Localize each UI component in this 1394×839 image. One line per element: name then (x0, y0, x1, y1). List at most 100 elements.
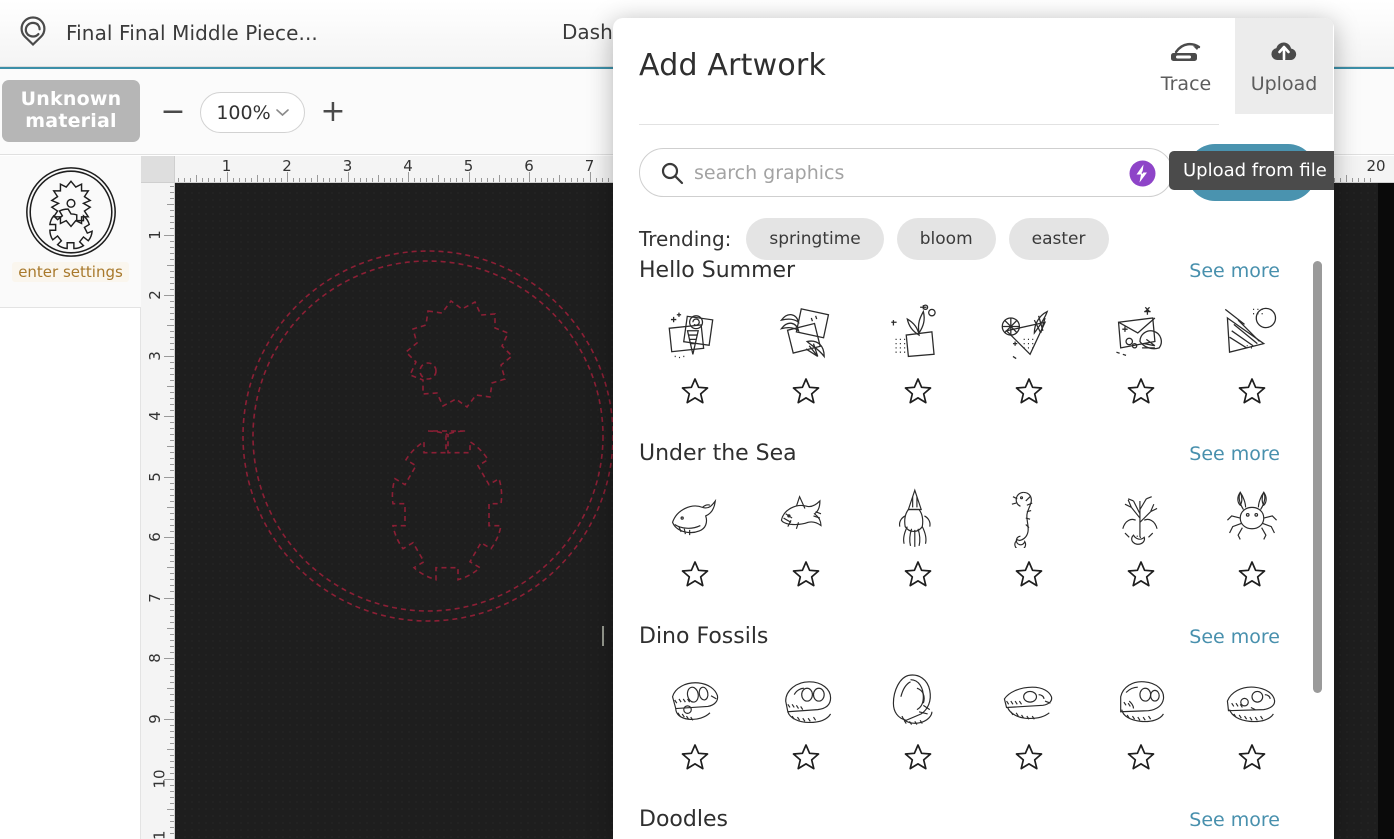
magic-lightning-icon[interactable] (1129, 160, 1156, 187)
artwork-tile[interactable] (1085, 297, 1197, 405)
ruler-tick (170, 736, 174, 738)
favorite-star-icon[interactable] (1015, 377, 1043, 405)
ruler-tick (164, 476, 174, 478)
sea-coral-icon[interactable] (1110, 480, 1172, 554)
ruler-tick (170, 192, 174, 194)
see-more-link[interactable]: See more (1189, 260, 1280, 282)
favorite-star-icon[interactable] (1015, 743, 1043, 771)
trending-chip-bloom[interactable]: bloom (896, 218, 996, 260)
dino-skull-6-icon[interactable] (1221, 663, 1283, 737)
ruler-tick (170, 458, 174, 460)
document-title[interactable]: Final Final Middle Piece... (66, 21, 318, 45)
zoom-in-button[interactable]: + (318, 97, 348, 127)
design-artwork[interactable] (223, 231, 643, 651)
favorite-star-icon[interactable] (792, 377, 820, 405)
dashboard-link[interactable]: Dash (562, 20, 613, 44)
see-more-link[interactable]: See more (1189, 809, 1280, 831)
trending-chip-springtime[interactable]: springtime (746, 218, 884, 260)
artwork-tile[interactable] (1085, 480, 1197, 588)
see-more-link[interactable]: See more (1189, 443, 1280, 465)
catalog-scrollbar-thumb[interactable] (1313, 261, 1322, 693)
ruler-tick (589, 172, 591, 182)
ruler-tick (170, 276, 174, 278)
artwork-tile[interactable] (751, 297, 863, 405)
artwork-tile[interactable] (974, 297, 1086, 405)
search-icon (660, 161, 684, 185)
favorite-star-icon[interactable] (904, 560, 932, 588)
summer-citrus-palm-icon[interactable] (998, 297, 1060, 371)
artwork-section: Doodles See more (613, 807, 1334, 832)
artwork-tile[interactable] (974, 480, 1086, 588)
see-more-link[interactable]: See more (1189, 626, 1280, 648)
sea-seahorse-icon[interactable] (998, 480, 1060, 554)
artwork-tile[interactable] (862, 480, 974, 588)
artwork-tile[interactable] (639, 663, 751, 771)
summer-palm-postcard-icon[interactable] (775, 297, 837, 371)
enter-settings-label[interactable]: enter settings (12, 262, 129, 282)
search-row (639, 148, 1173, 197)
sea-squid-icon[interactable] (887, 480, 949, 554)
favorite-star-icon[interactable] (681, 743, 709, 771)
favorite-star-icon[interactable] (792, 560, 820, 588)
dino-skull-3-icon[interactable] (887, 663, 949, 737)
artwork-tile[interactable] (751, 663, 863, 771)
dino-skull-5-icon[interactable] (1110, 663, 1172, 737)
summer-shell-card-icon[interactable] (1110, 297, 1172, 371)
favorite-star-icon[interactable] (904, 743, 932, 771)
summer-fan-sun-icon[interactable] (1221, 297, 1283, 371)
artwork-tile[interactable] (751, 480, 863, 588)
artwork-tile[interactable] (639, 480, 751, 588)
zoom-level-select[interactable]: 100% (200, 92, 305, 133)
trending-chip-easter[interactable]: easter (1008, 218, 1109, 260)
artwork-catalog[interactable]: Hello Summer See more Under the Sea See … (613, 258, 1334, 839)
favorite-star-icon[interactable] (1127, 377, 1155, 405)
artwork-tile[interactable] (862, 297, 974, 405)
sea-shark-icon[interactable] (775, 480, 837, 554)
ruler-tick (170, 337, 174, 339)
search-box[interactable] (639, 148, 1173, 197)
favorite-star-icon[interactable] (1127, 743, 1155, 771)
zoom-out-button[interactable]: − (158, 97, 188, 127)
favorite-star-icon[interactable] (1015, 560, 1043, 588)
ruler-tick (1363, 178, 1365, 182)
favorite-star-icon[interactable] (1127, 560, 1155, 588)
favorite-star-icon[interactable] (681, 377, 709, 405)
artwork-tile[interactable] (1197, 480, 1309, 588)
ruler-tick (474, 178, 476, 182)
artwork-tile[interactable] (1197, 297, 1309, 405)
summer-plant-bag-icon[interactable] (887, 297, 949, 371)
summer-icecream-photo-icon[interactable] (664, 297, 726, 371)
sea-whale-icon[interactable] (664, 480, 726, 554)
ruler-tick (438, 175, 440, 182)
trace-label: Trace (1160, 72, 1212, 95)
search-input[interactable] (694, 161, 1094, 184)
ruler-tick (170, 512, 174, 514)
glowforge-logo-icon[interactable] (0, 14, 66, 52)
sea-crab-icon[interactable] (1221, 480, 1283, 554)
artwork-tile[interactable] (862, 663, 974, 771)
ruler-tick (167, 264, 174, 266)
favorite-star-icon[interactable] (792, 743, 820, 771)
dino-skull-4-icon[interactable] (998, 663, 1060, 737)
ruler-tick (244, 178, 246, 182)
ruler-tick (170, 428, 174, 430)
artwork-tile[interactable] (1085, 663, 1197, 771)
ruler-tick (371, 178, 373, 182)
artwork-tile[interactable] (639, 297, 751, 405)
favorite-star-icon[interactable] (1238, 377, 1266, 405)
trace-button[interactable]: Trace (1137, 18, 1235, 114)
upload-button[interactable]: Upload (1235, 18, 1333, 114)
catalog-scrollbar[interactable] (1313, 261, 1322, 693)
favorite-star-icon[interactable] (1238, 560, 1266, 588)
design-thumbnail-card[interactable]: enter settings (0, 156, 141, 308)
dino-skull-2-icon[interactable] (775, 663, 837, 737)
artwork-tile[interactable] (1197, 663, 1309, 771)
favorite-star-icon[interactable] (681, 560, 709, 588)
favorite-star-icon[interactable] (904, 377, 932, 405)
dino-skull-1-icon[interactable] (664, 663, 726, 737)
favorite-star-icon[interactable] (1238, 743, 1266, 771)
material-button[interactable]: Unknown material (2, 80, 140, 142)
zoom-level-value: 100% (216, 101, 271, 124)
artwork-tile[interactable] (974, 663, 1086, 771)
cloud-upload-icon (1269, 38, 1299, 66)
